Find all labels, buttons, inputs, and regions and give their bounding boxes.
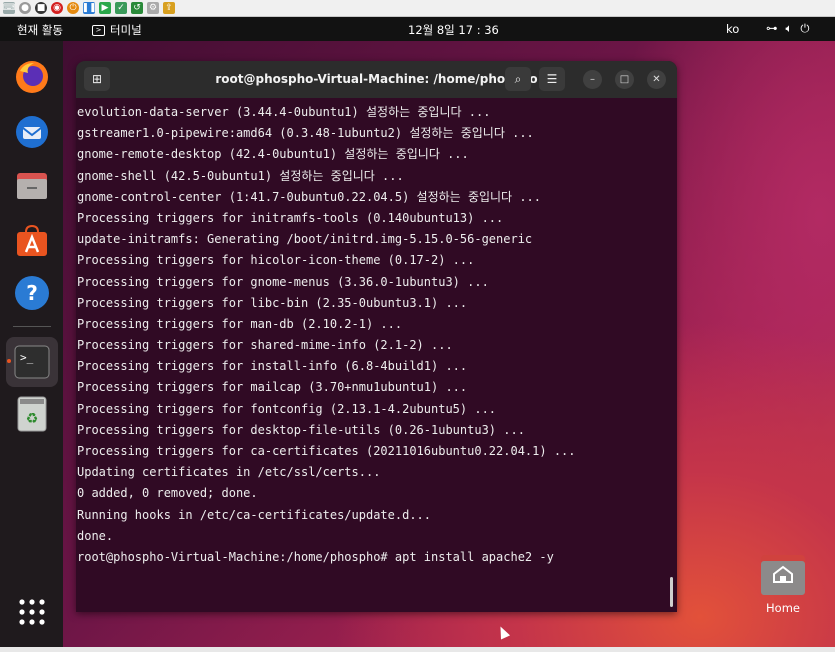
clock[interactable]: 12월 8일 17 : 36 [408, 22, 499, 38]
app-menu[interactable]: > 터미널 [92, 22, 142, 38]
input-language[interactable]: ko [726, 22, 739, 36]
start-icon[interactable]: ● [19, 2, 31, 14]
shutdown-icon[interactable]: ◉ [51, 2, 63, 14]
output-line: 0 added, 0 removed; done. [77, 486, 258, 501]
output-line: Processing triggers for ca-certificates … [77, 444, 576, 458]
trash-icon[interactable]: ♻ [12, 394, 52, 434]
thunderbird-icon[interactable] [12, 112, 52, 152]
output-line: update-initramfs: Generating /boot/initr… [77, 232, 533, 247]
hamburger-icon: ☰ [546, 72, 558, 86]
terminal-scrollbar[interactable] [670, 577, 673, 607]
host-toolbar: ⌨ ● ■ ◉ ⏻ ❚❚ ▶ ✓ ↺ ⚙ ⇪ [0, 0, 835, 17]
system-tray[interactable]: ⊶ 🔈︎ ⏻ [766, 21, 810, 36]
firefox-icon[interactable] [12, 57, 52, 97]
revert-icon[interactable]: ↺ [131, 2, 143, 14]
output-line: Processing triggers for libc-bin (2.35-0… [77, 295, 468, 310]
output-line: gnome-control-center (1:41.7-0ubuntu0.22… [77, 189, 542, 204]
prompt-line[interactable]: root@phospho-Virtual-Machine:/home/phosp… [77, 547, 667, 568]
output-line: Processing triggers for man-db (2.10.2-1… [77, 316, 403, 331]
output-line: gnome-shell (42.5-0ubuntu1) 설정하는 중입니다 ..… [77, 168, 404, 183]
search-button[interactable]: ⌕ [505, 67, 531, 91]
volume-icon: 🔈︎ [785, 21, 793, 35]
output-line: Processing triggers for hicolor-icon-the… [77, 253, 475, 268]
output-line: gnome-remote-desktop (42.4-0ubuntu1) 설정하… [77, 147, 469, 162]
home-folder-icon [761, 555, 805, 595]
svg-text:?: ? [26, 281, 38, 305]
close-button[interactable]: ✕ [647, 70, 666, 89]
output-line: Processing triggers for mailcap (3.70+nm… [77, 380, 468, 395]
close-icon: ✕ [652, 74, 661, 85]
help-icon[interactable]: ? [12, 273, 52, 313]
files-icon[interactable] [12, 166, 52, 206]
output-line: Processing triggers for fontconfig (2.13… [77, 401, 497, 416]
minimize-button[interactable]: – [583, 70, 602, 89]
home-label: Home [766, 601, 800, 615]
output-line: Processing triggers for gnome-menus (3.3… [77, 274, 489, 289]
terminal-window[interactable]: ⊞ root@phospho-Virtual-Machine: /home/ph… [76, 61, 677, 612]
output-line: evolution-data-server (3.44.4-0ubuntu1) … [77, 105, 491, 119]
search-icon: ⌕ [514, 71, 522, 86]
menu-button[interactable]: ☰ [539, 67, 565, 91]
checkpoint-icon[interactable]: ✓ [115, 2, 127, 14]
dock: ? >_ ♻ [0, 41, 63, 647]
pause-icon[interactable]: ❚❚ [81, 2, 97, 14]
output-line: Processing triggers for desktop-file-uti… [77, 422, 525, 437]
share-icon[interactable]: ⇪ [163, 2, 175, 14]
output-line: Running hooks in /etc/ca-certificates/up… [77, 507, 432, 522]
terminal-small-icon: > [92, 24, 105, 36]
power-icon[interactable]: ⏻ [67, 2, 79, 14]
minimize-icon: – [590, 74, 595, 85]
svg-text:♻: ♻ [26, 411, 39, 427]
activities-button[interactable]: 현재 활동 [17, 22, 63, 38]
svg-text:>_: >_ [20, 351, 34, 364]
output-line: Processing triggers for shared-mime-info… [77, 338, 453, 353]
output-line: Processing triggers for install-info (6.… [77, 359, 468, 374]
settings-icon[interactable]: ⚙ [147, 2, 159, 14]
resume-icon[interactable]: ▶ [99, 2, 111, 14]
top-bar: 현재 활동 > 터미널 12월 8일 17 : 36 ko ⊶ 🔈︎ ⏻ [0, 17, 835, 41]
host-status-bar [0, 647, 835, 652]
output-line: gstreamer1.0-pipewire:amd64 (0.3.48-1ubu… [77, 126, 534, 141]
output-line: done. [77, 528, 114, 543]
maximize-button[interactable]: □ [615, 70, 634, 89]
terminal-titlebar[interactable]: ⊞ root@phospho-Virtual-Machine: /home/ph… [76, 61, 677, 98]
ctrl-alt-del-icon[interactable]: ⌨ [3, 2, 16, 14]
home-folder-desktop-icon[interactable]: Home [760, 554, 806, 615]
output-line: Processing triggers for initramfs-tools … [77, 210, 504, 225]
show-apps-icon[interactable] [12, 592, 52, 632]
dock-separator [13, 326, 51, 327]
maximize-icon: □ [619, 74, 630, 85]
app-center-icon[interactable] [12, 220, 52, 260]
network-icon: ⊶ [766, 21, 778, 35]
terminal-output[interactable]: evolution-data-server (3.44.4-0ubuntu1) … [77, 102, 667, 568]
app-menu-label: 터미널 [110, 23, 142, 37]
stop-icon[interactable]: ■ [35, 2, 47, 14]
terminal-dock-icon[interactable]: >_ [6, 337, 58, 387]
power-menu-icon: ⏻ [800, 21, 810, 35]
running-indicator [7, 359, 11, 363]
output-line: Updating certificates in /etc/ssl/certs.… [77, 465, 381, 480]
